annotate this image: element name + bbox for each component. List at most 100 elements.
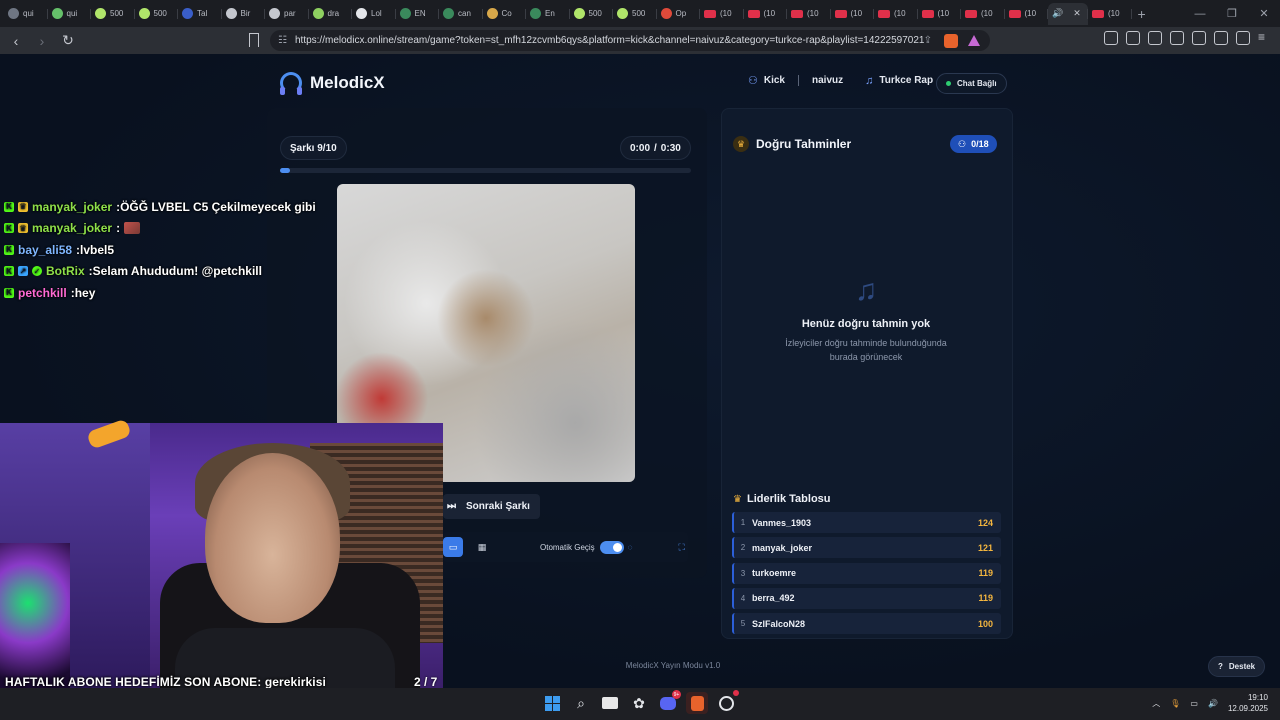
url-bar[interactable]: ☷ https://melodicx.online/stream/game?to… xyxy=(270,30,990,51)
favicon-icon xyxy=(225,8,237,19)
extensions-icon[interactable] xyxy=(1104,31,1118,45)
browser-tab-youtube[interactable]: (10 xyxy=(831,3,875,25)
back-icon[interactable]: ‹ xyxy=(6,31,26,51)
browser-tab-youtube[interactable]: (10 xyxy=(961,3,1005,25)
browser-tab[interactable]: 500 xyxy=(135,3,179,25)
info-icon[interactable]: ◌ xyxy=(628,543,633,552)
vpn-icon[interactable] xyxy=(1236,31,1250,45)
crown-badge-icon: ♛ xyxy=(18,223,28,234)
browser-tab[interactable]: qui xyxy=(48,3,92,25)
browser-tab-youtube[interactable]: (10 xyxy=(744,3,788,25)
browser-tab[interactable]: can xyxy=(439,3,483,25)
browser-tab-youtube[interactable]: (10 xyxy=(700,3,744,25)
browser-tab[interactable]: dra xyxy=(309,3,353,25)
browser-tab[interactable]: qui xyxy=(4,3,48,25)
chat-message: Kbay_ali58: lvbel5 xyxy=(4,239,334,261)
browser-tab[interactable]: EN xyxy=(396,3,440,25)
browser-tab[interactable]: 500 xyxy=(91,3,135,25)
new-tab-button[interactable]: + xyxy=(1138,6,1146,22)
brave-icon[interactable] xyxy=(686,692,708,714)
chat-username[interactable]: bay_ali58 xyxy=(18,243,72,257)
browser-tab-youtube[interactable]: (10 xyxy=(1005,3,1049,25)
bookmark-icon[interactable] xyxy=(249,33,259,47)
ghostface-poster xyxy=(0,543,70,688)
favicon-icon xyxy=(443,8,454,19)
tab-youtube-last[interactable]: (10 xyxy=(1088,3,1132,25)
sidebar-icon[interactable] xyxy=(1170,31,1184,45)
browser-tab[interactable]: En xyxy=(526,3,570,25)
film-mode-button[interactable]: ▦ xyxy=(472,537,492,557)
browser-tab[interactable]: Lol xyxy=(352,3,396,25)
close-tab-icon[interactable]: ✕ xyxy=(1073,8,1081,19)
guesses-header: ♛ Doğru Tahminler xyxy=(733,136,851,152)
time-display: 0:00 / 0:30 xyxy=(620,136,691,160)
share-icon[interactable]: ⇪ xyxy=(924,35,932,46)
menu-icon[interactable]: ≡ xyxy=(1258,31,1272,45)
leaderboard-rank: 5 xyxy=(740,619,746,629)
browser-tab[interactable]: Bir xyxy=(222,3,266,25)
chat-username[interactable]: manyak_joker xyxy=(32,200,112,214)
site-info-icon[interactable]: ☷ xyxy=(278,35,287,46)
browser-tab-youtube[interactable]: (10 xyxy=(918,3,962,25)
leaderboard-rank: 2 xyxy=(740,543,746,553)
leo-icon[interactable] xyxy=(1214,31,1228,45)
browser-tab-youtube[interactable]: (10 xyxy=(787,3,831,25)
forward-icon[interactable]: › xyxy=(32,31,52,51)
leaderboard-score: 124 xyxy=(977,517,993,528)
media-icon[interactable] xyxy=(1148,31,1162,45)
browser-tab[interactable]: 500 xyxy=(613,3,657,25)
kick-badge-icon: K xyxy=(4,287,14,298)
tab-list: qui qui 500 500 Tal Bir par dra Lol EN can Co En 500 5… xyxy=(4,3,1048,25)
discord-icon[interactable]: 9+ xyxy=(657,690,681,714)
file-explorer-icon[interactable] xyxy=(599,692,621,714)
microphone-icon[interactable]: 🎙 xyxy=(1170,699,1180,708)
browser-tab[interactable]: Op xyxy=(657,3,701,25)
chatgpt-icon[interactable]: ✿ xyxy=(628,692,650,714)
extension-icons: ≡ xyxy=(1104,31,1272,45)
favicon-icon xyxy=(138,8,150,19)
fullscreen-icon[interactable]: ⛶ xyxy=(678,542,684,553)
restore-icon[interactable]: ❐ xyxy=(1216,7,1248,20)
obs-icon[interactable] xyxy=(715,690,739,714)
chevron-up-icon[interactable]: ︿ xyxy=(1152,698,1160,709)
empty-description: İzleyiciler doğru tahminde bulunduğunda … xyxy=(785,338,947,362)
search-icon[interactable]: ⌕ xyxy=(570,692,592,714)
url-text: https://melodicx.online/stream/game?toke… xyxy=(294,35,925,46)
browser-tab-youtube[interactable]: (10 xyxy=(874,3,918,25)
channel-label: naivuz xyxy=(812,75,844,86)
auto-advance-toggle[interactable] xyxy=(599,540,624,554)
support-button[interactable]: ? Destek xyxy=(1208,656,1266,677)
monitor-mode-button[interactable]: ▭ xyxy=(443,537,463,557)
browser-tab[interactable]: Tal xyxy=(178,3,222,25)
browser-tab[interactable]: Co xyxy=(483,3,527,25)
next-song-button[interactable]: ⏭ Sonraki Şarkı xyxy=(443,494,540,519)
webcam-overlay xyxy=(0,423,443,688)
separator xyxy=(798,75,799,86)
leaderboard-rank: 1 xyxy=(740,518,746,527)
tab-active-audio[interactable]: 🔊 ✕ xyxy=(1048,2,1088,25)
browser-tab-strip: qui qui 500 500 Tal Bir par dra Lol EN can Co En 500 5… xyxy=(0,0,1280,27)
start-icon[interactable] xyxy=(541,692,563,714)
chat-username[interactable]: petchkill xyxy=(18,286,67,300)
network-icon[interactable]: ▭ xyxy=(1190,699,1198,708)
volume-icon[interactable]: 🔊 xyxy=(1208,699,1218,708)
chat-username[interactable]: manyak_joker xyxy=(32,221,112,235)
chat-username[interactable]: BotRix xyxy=(46,264,85,278)
song-counter: Şarkı 9/10 xyxy=(280,136,347,160)
app-logo[interactable]: MelodicX xyxy=(280,72,385,95)
brave-rewards-icon[interactable] xyxy=(968,35,980,46)
clock[interactable]: 19:10 12.09.2025 xyxy=(1228,693,1268,715)
screenshot-icon[interactable] xyxy=(1126,31,1140,45)
reload-icon[interactable]: ↻ xyxy=(58,31,78,51)
minimize-icon[interactable]: — xyxy=(1184,8,1216,20)
wallet-icon[interactable] xyxy=(1192,31,1206,45)
browser-tab[interactable]: par xyxy=(265,3,309,25)
leaderboard-score: 100 xyxy=(977,618,993,629)
close-window-icon[interactable]: ✕ xyxy=(1248,7,1280,20)
browser-tab[interactable]: 500 xyxy=(570,3,614,25)
song-progress-bar[interactable] xyxy=(280,168,691,173)
kick-badge-icon: K xyxy=(4,266,14,277)
system-tray: ︿ 🎙 ▭ 🔊 19:10 12.09.2025 xyxy=(1152,693,1268,715)
leaderboard-row: 5 SzlFalcoN28 100 xyxy=(732,613,1001,635)
brave-shields-icon[interactable] xyxy=(944,33,958,48)
